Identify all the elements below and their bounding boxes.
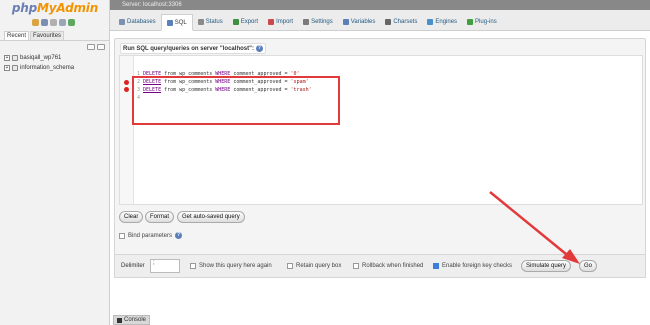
foreign-key-checks-option[interactable]: Enable foreign key checks xyxy=(433,263,512,269)
reload-icon[interactable] xyxy=(68,19,75,26)
go-button[interactable]: Go xyxy=(579,260,598,272)
retain-query-box-checkbox[interactable] xyxy=(287,263,293,269)
bind-parameters-label: Bind parameters xyxy=(128,232,173,239)
tab-import[interactable]: Import xyxy=(263,13,298,30)
home-icon[interactable] xyxy=(32,19,39,26)
navigation-panel: phpMyAdmin Recent Favourites + basiqall_… xyxy=(0,0,110,325)
tab-settings[interactable]: Settings xyxy=(298,13,338,30)
plugins-icon xyxy=(467,18,474,25)
db-name[interactable]: information_schema xyxy=(20,65,74,71)
console-tab[interactable]: Console xyxy=(113,315,151,325)
tab-engines[interactable]: Engines xyxy=(422,13,462,30)
error-marker-icon[interactable] xyxy=(124,80,129,85)
show-query-again-checkbox[interactable] xyxy=(190,263,196,269)
foreign-key-checks-checkbox[interactable] xyxy=(433,263,439,269)
console-label: Console xyxy=(124,317,147,323)
rollback-option[interactable]: Rollback when finished xyxy=(353,263,423,269)
export-icon xyxy=(232,18,239,25)
server-label[interactable]: Server: localhost:3306 xyxy=(122,2,182,8)
tab-status[interactable]: Status xyxy=(193,13,228,30)
delimiter-label: Delimiter xyxy=(121,263,145,269)
nav-tab-recent[interactable]: Recent xyxy=(4,31,30,40)
foreign-key-checks-label: Enable foreign key checks xyxy=(442,263,513,269)
db-tree-item[interactable]: + information_schema xyxy=(4,65,74,71)
delimiter-input[interactable]: ; xyxy=(150,259,180,273)
legend-text: Run SQL query/queries on server "localho… xyxy=(123,45,254,52)
nav-icon-row xyxy=(32,19,75,27)
tab-sql[interactable]: SQL xyxy=(160,14,193,31)
databases-icon xyxy=(119,18,125,25)
bind-parameters-option[interactable]: Bind parameters ? xyxy=(119,232,183,239)
tab-label: Engines xyxy=(435,18,458,25)
main-tabs: Databases SQL Status Export Import Setti… xyxy=(110,10,650,31)
sql-icon xyxy=(166,19,173,26)
engines-icon xyxy=(427,18,434,25)
import-icon xyxy=(268,18,275,25)
retain-query-box-option[interactable]: Retain query box xyxy=(287,263,341,269)
expand-icon[interactable]: + xyxy=(4,55,10,61)
tab-charsets[interactable]: Charsets xyxy=(380,13,422,30)
collapse-all-icon[interactable] xyxy=(87,44,95,50)
tab-label: Export xyxy=(240,18,259,25)
server-breadcrumb[interactable]: Server: localhost:3306 xyxy=(110,0,650,10)
help-icon[interactable]: ? xyxy=(175,232,183,239)
main-content: Run SQL query/queries on server "localho… xyxy=(110,32,650,325)
show-query-again-option[interactable]: Show this query here again xyxy=(190,263,272,269)
tab-variables[interactable]: Variables xyxy=(338,13,381,30)
database-icon xyxy=(12,55,18,61)
phpmyadmin-logo[interactable]: phpMyAdmin xyxy=(0,1,110,15)
tab-label: Charsets xyxy=(393,18,418,25)
variables-icon xyxy=(342,18,349,25)
query-legend: Run SQL query/queries on server "localho… xyxy=(120,43,266,54)
link-with-main-icon[interactable] xyxy=(97,44,105,50)
charsets-icon xyxy=(385,18,392,25)
tab-label: Status xyxy=(205,18,223,25)
bind-parameters-checkbox[interactable] xyxy=(119,232,125,239)
tab-databases[interactable]: Databases xyxy=(114,13,161,30)
docs-icon[interactable] xyxy=(50,19,57,26)
help-icon[interactable]: ? xyxy=(255,45,263,52)
status-icon xyxy=(197,18,204,25)
tab-label: Plug-ins xyxy=(475,18,497,25)
sql-editor[interactable]: 1 DELETE from wp_comments WHERE comment_a… xyxy=(119,55,643,205)
database-icon xyxy=(12,65,18,71)
settings-icon xyxy=(303,18,310,25)
nav-divider xyxy=(0,40,110,41)
get-autosaved-query-button[interactable]: Get auto-saved query xyxy=(177,211,245,223)
tab-label: Import xyxy=(276,18,294,25)
nav-tabs: Recent Favourites xyxy=(4,31,65,40)
console-icon xyxy=(117,317,122,323)
tab-label: Settings xyxy=(311,18,333,25)
annotation-highlight-box xyxy=(132,76,340,125)
tab-label: Variables xyxy=(350,18,376,25)
query-options-bar: Delimiter ; Show this query here again R… xyxy=(114,254,646,278)
tab-label: SQL xyxy=(174,19,187,26)
settings-icon[interactable] xyxy=(59,19,66,26)
expand-icon[interactable]: + xyxy=(4,65,10,71)
tab-export[interactable]: Export xyxy=(228,13,263,30)
retain-query-box-label: Retain query box xyxy=(296,263,342,269)
nav-collapse-controls xyxy=(87,44,107,51)
clear-button[interactable]: Clear xyxy=(119,211,144,223)
rollback-label: Rollback when finished xyxy=(362,263,424,269)
logout-icon[interactable] xyxy=(41,19,48,26)
error-marker-icon[interactable] xyxy=(124,87,129,92)
logo-myadmin-text: MyAdmin xyxy=(37,1,99,15)
db-name[interactable]: basiqall_wp761 xyxy=(20,55,61,61)
show-query-again-label: Show this query here again xyxy=(199,263,272,269)
rollback-checkbox[interactable] xyxy=(353,263,359,269)
tab-label: Databases xyxy=(127,18,156,25)
format-button[interactable]: Format xyxy=(145,211,175,223)
db-tree-item[interactable]: + basiqall_wp761 xyxy=(4,55,61,61)
sql-query-fieldset: Run SQL query/queries on server "localho… xyxy=(114,38,646,263)
logo-php-text: php xyxy=(11,1,38,15)
simulate-query-button[interactable]: Simulate query xyxy=(521,260,572,272)
nav-tab-favourites[interactable]: Favourites xyxy=(30,31,65,40)
tab-plugins[interactable]: Plug-ins xyxy=(462,13,502,30)
